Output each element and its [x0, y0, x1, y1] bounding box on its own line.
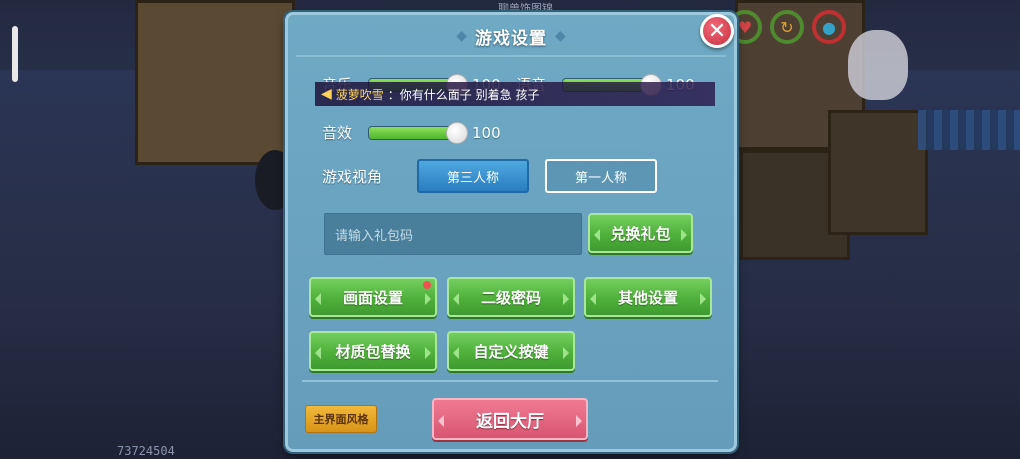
- drop-icon: ●: [812, 10, 846, 44]
- mouse-character: [848, 30, 908, 100]
- footer-divider: [302, 380, 718, 382]
- third-person-button[interactable]: 第三人称: [417, 159, 529, 193]
- back-to-lobby-button[interactable]: 返回大厅: [432, 398, 588, 440]
- sfx-slider-handle[interactable]: [446, 121, 468, 144]
- secondary-password-button[interactable]: 二级密码: [447, 277, 575, 317]
- hud-status-icons: ♥ ↻ ●: [728, 10, 846, 44]
- sfx-value: 100: [472, 123, 501, 142]
- custom-keys-button[interactable]: 自定义按键: [447, 331, 575, 371]
- title-divider: [296, 55, 726, 57]
- wooden-crate: [828, 110, 928, 235]
- chat-sender-name: 菠萝吹雪: [335, 87, 384, 102]
- other-settings-button[interactable]: 其他设置: [584, 277, 712, 317]
- sfx-slider-row: 音效 100: [322, 121, 501, 144]
- panel-title-bar: ◆ 游戏设置 ◆: [426, 21, 596, 51]
- user-id: 73724504: [117, 444, 175, 458]
- ui-style-button[interactable]: 主界面风格: [305, 405, 377, 433]
- close-button[interactable]: ✕: [700, 14, 734, 48]
- sfx-slider-fill: [369, 126, 457, 139]
- side-handle[interactable]: [12, 26, 18, 82]
- title-ornament-icon: ◆: [555, 28, 566, 44]
- texture-pack-button[interactable]: 材质包替换: [309, 331, 437, 371]
- graphics-settings-button[interactable]: 画面设置: [309, 277, 437, 317]
- page-title: 游戏设置: [475, 28, 547, 49]
- chat-broadcast-banner: ◀ 菠萝吹雪 ：你有什么面子 别着急 孩子: [315, 82, 715, 106]
- notification-dot: [423, 281, 431, 289]
- title-ornament-icon: ◆: [456, 28, 467, 44]
- redeem-gift-button[interactable]: 兑换礼包: [588, 213, 693, 253]
- view-label: 游戏视角: [322, 168, 383, 186]
- megaphone-icon: ◀: [321, 86, 332, 102]
- graphics-settings-label: 画面设置: [342, 288, 403, 307]
- floor-pattern: [918, 110, 1020, 150]
- first-person-button[interactable]: 第一人称: [545, 159, 657, 193]
- sfx-label: 音效: [322, 124, 353, 142]
- sfx-slider[interactable]: [368, 121, 468, 144]
- gift-code-input[interactable]: 请输入礼包码: [324, 213, 582, 255]
- chat-message: ：你有什么面子 别着急 孩子: [387, 87, 540, 102]
- refresh-icon: ↻: [770, 10, 804, 44]
- wooden-crate: [135, 0, 295, 165]
- close-icon: ✕: [707, 18, 727, 44]
